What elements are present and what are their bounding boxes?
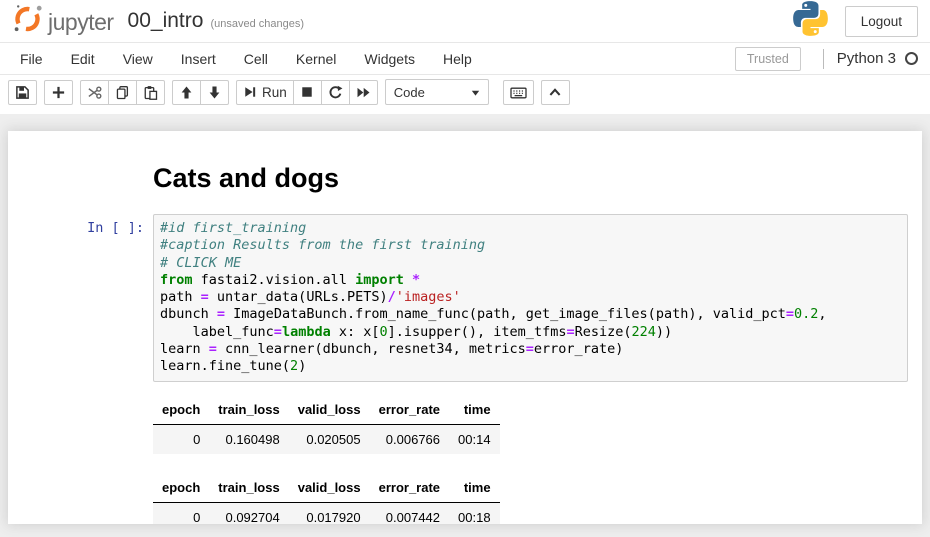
move-cell-up-button[interactable] [172,80,201,105]
training-results-table: epochtrain_lossvalid_losserror_ratetime0… [153,395,500,454]
code-line: # CLICK ME [160,255,901,272]
trusted-button[interactable]: Trusted [735,47,801,71]
menubar: FileEditViewInsertCellKernelWidgetsHelp … [0,42,930,75]
caret-down-icon [471,85,480,100]
jupyter-logo-icon [12,3,43,39]
notebook-container: Cats and dogs In [ ]: #id first_training… [8,131,922,524]
table-cell: 0 [153,424,209,454]
jupyter-wordmark: jupyter [48,9,114,36]
input-prompt: In [ ]: [8,214,153,382]
training-results-table: epochtrain_lossvalid_losserror_ratetime0… [153,473,500,524]
notebook-title[interactable]: 00_intro [128,9,204,33]
app-chrome: jupyter 00_intro (unsaved changes) Logou… [0,0,930,114]
paste-icon [143,85,158,100]
table-cell: 0.160498 [209,424,288,454]
interrupt-kernel-button[interactable] [293,80,322,105]
column-header: time [449,473,500,503]
menu-item-edit[interactable]: Edit [57,43,109,74]
menu-item-widgets[interactable]: Widgets [350,43,429,74]
code-line: path = untar_data(URLs.PETS)/'images' [160,289,901,306]
code-line: dbunch = ImageDataBunch.from_name_func(p… [160,306,901,323]
cut-cell-button[interactable] [80,80,109,105]
keyboard-icon [510,85,527,100]
copy-cell-button[interactable] [108,80,137,105]
restart-kernel-button[interactable] [321,80,350,105]
fast-forward-icon [356,85,371,100]
code-line: learn = cnn_learner(dbunch, resnet34, me… [160,341,901,358]
column-header: epoch [153,473,209,503]
column-header: train_loss [209,395,288,425]
markdown-heading: Cats and dogs [153,163,922,194]
run-cell-button[interactable]: Run [236,80,294,105]
table-cell: 00:18 [449,502,500,524]
menu-item-help[interactable]: Help [429,43,486,74]
markdown-cell[interactable]: Cats and dogs [8,163,922,194]
menu-item-view[interactable]: View [109,43,167,74]
code-line: from fastai2.vision.all import * [160,272,901,289]
code-line: label_func=lambda x: x[0].isupper(), ite… [160,324,901,341]
notebook-site: Cats and dogs In [ ]: #id first_training… [0,114,930,524]
cell-type-dropdown[interactable]: Code [385,79,489,105]
output-area: epochtrain_lossvalid_losserror_ratetime0… [153,382,922,524]
save-button[interactable] [8,80,37,105]
column-header: error_rate [370,395,449,425]
kernel-name: Python 3 [837,50,896,67]
kernel-idle-indicator-icon [905,52,918,65]
stop-icon [300,85,314,99]
scroll-up-button[interactable] [541,80,570,105]
table-cell: 0.007442 [370,502,449,524]
table-cell: 0.092704 [209,502,288,524]
jupyter-logo[interactable]: jupyter [12,3,114,39]
cell-type-value: Code [394,85,425,100]
restart-kernel-icon [328,85,343,100]
column-header: error_rate [370,473,449,503]
table-cell: 00:14 [449,424,500,454]
add-cell-icon [51,85,66,100]
code-line: learn.fine_tune(2) [160,358,901,375]
table-row: 00.0927040.0179200.00744200:18 [153,502,500,524]
code-editor[interactable]: #id first_training#caption Results from … [153,214,908,382]
toolbar: Run Code [0,75,930,114]
python-logo-icon [792,0,829,42]
run-button-label: Run [262,85,287,100]
move-cell-up-icon [179,85,194,100]
menu-item-file[interactable]: File [6,43,57,74]
move-cell-down-button[interactable] [200,80,229,105]
column-header: epoch [153,395,209,425]
column-header: valid_loss [289,395,370,425]
paste-cell-button[interactable] [136,80,165,105]
header: jupyter 00_intro (unsaved changes) Logou… [0,0,930,42]
table-cell: 0.006766 [370,424,449,454]
move-cell-down-icon [207,85,222,100]
chevron-up-icon [548,86,562,98]
autosave-status: (unsaved changes) [210,18,304,30]
step-forward-icon [243,85,257,99]
menubar-items: FileEditViewInsertCellKernelWidgetsHelp [6,43,486,74]
restart-run-all-button[interactable] [349,80,378,105]
code-line: #caption Results from the first training [160,237,901,254]
column-header: time [449,395,500,425]
code-cell: In [ ]: #id first_training#caption Resul… [8,214,922,382]
code-line: #id first_training [160,220,901,237]
logout-button[interactable]: Logout [845,6,918,37]
menu-item-cell[interactable]: Cell [230,43,282,74]
table-cell: 0.017920 [289,502,370,524]
add-cell-below-button[interactable] [44,80,73,105]
cut-icon [87,85,102,100]
table-row: 00.1604980.0205050.00676600:14 [153,424,500,454]
column-header: train_loss [209,473,288,503]
menu-item-kernel[interactable]: Kernel [282,43,350,74]
command-palette-button[interactable] [503,80,534,105]
menu-item-insert[interactable]: Insert [167,43,230,74]
table-cell: 0 [153,502,209,524]
table-cell: 0.020505 [289,424,370,454]
divider [823,49,824,69]
column-header: valid_loss [289,473,370,503]
save-icon [15,85,30,100]
copy-icon [115,85,130,100]
